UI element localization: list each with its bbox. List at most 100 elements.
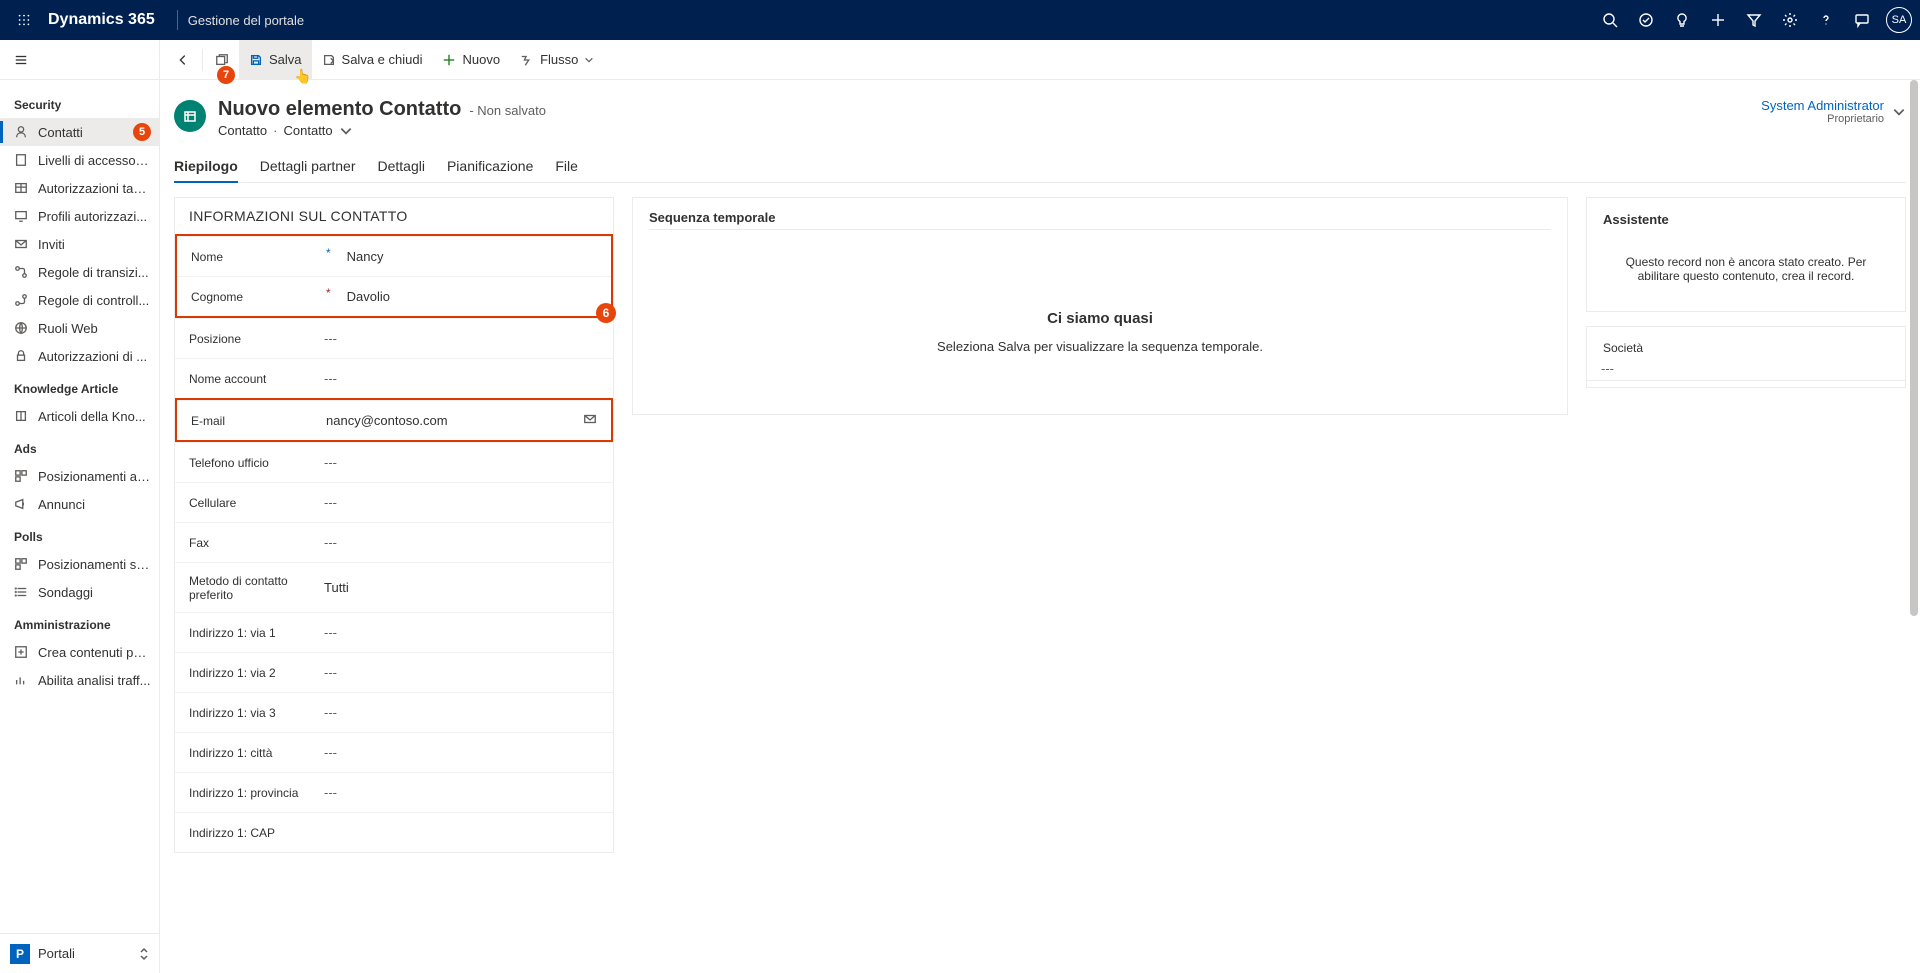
bc-form[interactable]: Contatto	[284, 123, 333, 138]
chart-icon	[12, 673, 30, 687]
lightbulb-icon[interactable]	[1666, 4, 1698, 36]
save-button[interactable]: Salva 👆	[239, 40, 312, 80]
tab-dettagli-partner[interactable]: Dettagli partner	[260, 152, 356, 182]
doc-icon	[12, 153, 30, 167]
filter-icon[interactable]	[1738, 4, 1770, 36]
plus-icon[interactable]	[1702, 4, 1734, 36]
nav-collapse-button[interactable]	[0, 40, 159, 80]
globe-icon	[12, 321, 30, 335]
field-metodo[interactable]: Metodo di contatto preferitoTutti	[175, 562, 613, 612]
field-label: E-mail	[191, 414, 321, 428]
owner-name[interactable]: System Administrator	[1761, 98, 1884, 113]
flow-label: Flusso	[540, 52, 578, 67]
field-fax[interactable]: Fax---	[175, 522, 613, 562]
field-posizione[interactable]: Posizione ---	[175, 318, 613, 358]
nav-item-contatti[interactable]: Contatti 5	[0, 118, 159, 146]
nav-item-sondaggi[interactable]: Sondaggi	[0, 578, 159, 606]
nav-item-articoli[interactable]: Articoli della Kno...	[0, 402, 159, 430]
tab-pianificazione[interactable]: Pianificazione	[447, 152, 533, 182]
nav-label: Crea contenuti po...	[38, 645, 151, 660]
search-icon[interactable]	[1594, 4, 1626, 36]
field-label: Posizione	[189, 332, 319, 346]
field-label: Cognome	[191, 290, 321, 304]
nav-label: Posizionamenti so...	[38, 557, 151, 572]
back-button[interactable]	[166, 40, 200, 80]
book-icon	[12, 409, 30, 423]
person-icon	[12, 125, 30, 139]
nav-item-analisi[interactable]: Abilita analisi traff...	[0, 666, 159, 694]
field-label: Indirizzo 1: provincia	[189, 786, 319, 800]
field-label: Cellulare	[189, 496, 319, 510]
nav-area-switcher[interactable]: P Portali	[0, 933, 159, 973]
nav-label: Abilita analisi traff...	[38, 673, 151, 688]
brand-label[interactable]: Dynamics 365	[48, 11, 155, 29]
nav-item-controllo[interactable]: Regole di controll...	[0, 286, 159, 314]
flow-icon	[12, 265, 30, 279]
scrollbar[interactable]	[1910, 80, 1918, 973]
area-badge: P	[10, 944, 30, 964]
new-label: Nuovo	[462, 52, 500, 67]
field-value: Nancy	[347, 249, 384, 264]
chat-icon[interactable]	[1846, 4, 1878, 36]
nav-item-transizione[interactable]: Regole di transizi...	[0, 258, 159, 286]
new-tab-button[interactable]: 7	[205, 40, 239, 80]
field-cognome[interactable]: Cognome * Davolio	[177, 276, 611, 316]
nav-group-ads: Ads	[0, 430, 159, 462]
nav-label: Ruoli Web	[38, 321, 151, 336]
flow-button[interactable]: Flusso	[510, 40, 604, 80]
nav-item-livelli[interactable]: Livelli di accesso a...	[0, 146, 159, 174]
nav-item-ruoli[interactable]: Ruoli Web	[0, 314, 159, 342]
field-label: Indirizzo 1: via 3	[189, 706, 319, 720]
field-value: Tutti	[324, 580, 349, 595]
new-button[interactable]: Nuovo	[432, 40, 510, 80]
field-value: ---	[324, 455, 337, 470]
field-via3[interactable]: Indirizzo 1: via 3---	[175, 692, 613, 732]
nav-item-autorizzazioni-tab[interactable]: Autorizzazioni tab...	[0, 174, 159, 202]
field-label: Indirizzo 1: città	[189, 746, 319, 760]
lock-icon	[12, 349, 30, 363]
save-close-label: Salva e chiudi	[342, 52, 423, 67]
command-bar: 7 Salva 👆 Salva e chiudi Nuovo Flusso	[160, 40, 1920, 80]
field-account[interactable]: Nome account ---	[175, 358, 613, 398]
nav-group-admin: Amministrazione	[0, 606, 159, 638]
field-telefono[interactable]: Telefono ufficio---	[175, 442, 613, 482]
field-via1[interactable]: Indirizzo 1: via 1---	[175, 612, 613, 652]
nav-item-inviti[interactable]: Inviti	[0, 230, 159, 258]
user-avatar[interactable]: SA	[1886, 7, 1912, 33]
top-header: Dynamics 365 Gestione del portale SA	[0, 0, 1920, 40]
mail-action-icon[interactable]	[583, 412, 597, 429]
tab-file[interactable]: File	[555, 152, 578, 182]
recommended-star: *	[326, 246, 331, 260]
nav-item-posiz-ann[interactable]: Posizionamenti an...	[0, 462, 159, 490]
field-via2[interactable]: Indirizzo 1: via 2---	[175, 652, 613, 692]
nav-label: Livelli di accesso a...	[38, 153, 151, 168]
nav-item-autorizzazioni-di[interactable]: Autorizzazioni di ...	[0, 342, 159, 370]
field-citta[interactable]: Indirizzo 1: città---	[175, 732, 613, 772]
nav-item-profili[interactable]: Profili autorizzazi...	[0, 202, 159, 230]
nav-item-crea[interactable]: Crea contenuti po...	[0, 638, 159, 666]
nav-item-annunci[interactable]: Annunci	[0, 490, 159, 518]
task-icon[interactable]	[1630, 4, 1662, 36]
field-value: ---	[324, 785, 337, 800]
field-provincia[interactable]: Indirizzo 1: provincia ---	[175, 772, 613, 812]
portal-mgmt-label: Gestione del portale	[188, 13, 304, 28]
owner-label: Proprietario	[1761, 113, 1884, 125]
contact-info-section: INFORMAZIONI SUL CONTATTO Nome * Nancy C…	[174, 197, 614, 853]
field-label: Indirizzo 1: CAP	[189, 826, 319, 840]
gear-icon[interactable]	[1774, 4, 1806, 36]
required-star: *	[326, 286, 331, 300]
app-launcher-icon[interactable]	[8, 4, 40, 36]
help-icon[interactable]	[1810, 4, 1842, 36]
field-email[interactable]: E-mail nancy@contoso.com	[177, 400, 611, 440]
nav-item-posiz-so[interactable]: Posizionamenti so...	[0, 550, 159, 578]
tab-riepilogo[interactable]: Riepilogo	[174, 152, 238, 182]
tab-dettagli[interactable]: Dettagli	[378, 152, 425, 182]
save-close-button[interactable]: Salva e chiudi	[312, 40, 433, 80]
field-cellulare[interactable]: Cellulare---	[175, 482, 613, 522]
society-value[interactable]: ---	[1587, 355, 1905, 381]
field-nome[interactable]: Nome * Nancy	[177, 236, 611, 276]
nav-group-polls: Polls	[0, 518, 159, 550]
chevron-down-icon[interactable]	[1892, 105, 1906, 119]
field-cap[interactable]: Indirizzo 1: CAP	[175, 812, 613, 852]
area-label: Portali	[38, 946, 75, 961]
